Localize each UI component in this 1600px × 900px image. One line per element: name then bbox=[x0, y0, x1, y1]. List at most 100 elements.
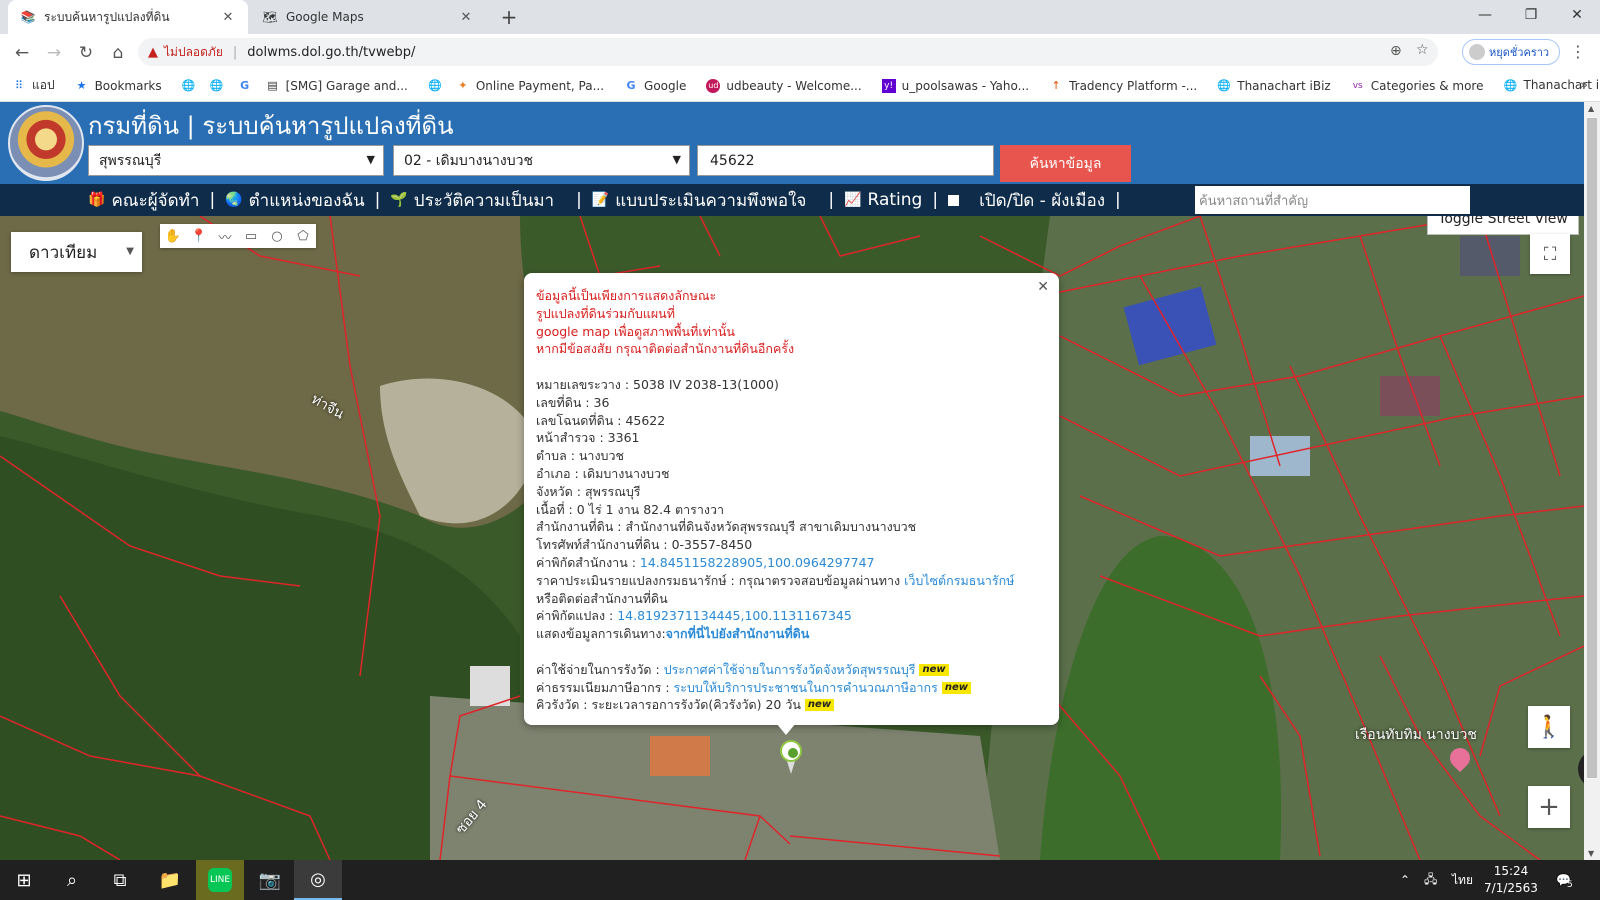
tax-calc-link[interactable]: ระบบให้บริการประชาชนในการคำนวณภาษีอากร bbox=[674, 680, 938, 695]
notification-center-icon[interactable]: 💬 5 bbox=[1556, 860, 1573, 900]
new-tab-button[interactable]: + bbox=[497, 5, 521, 29]
close-window-icon[interactable]: ✕ bbox=[1554, 0, 1600, 30]
menu-divider: | bbox=[374, 190, 381, 210]
bookmark-google-1[interactable]: G bbox=[238, 79, 252, 93]
province-row: จังหวัด : สุพรรณบุรี bbox=[536, 483, 641, 499]
fullscreen-icon[interactable]: ⛶ bbox=[1530, 234, 1570, 274]
search-icon[interactable]: ⌕ bbox=[48, 860, 96, 900]
chevron-down-icon: ▼ bbox=[366, 153, 375, 166]
bookmark-yahoo[interactable]: y! u_poolsawas - Yaho... bbox=[881, 78, 1029, 93]
yahoo-icon: y! bbox=[881, 78, 896, 93]
appraisal-row-2: หรือติดต่อสำนักงานที่ดิน bbox=[536, 590, 668, 606]
security-label: ไม่ปลอดภัย bbox=[164, 44, 223, 59]
tab-close-icon[interactable]: ✕ bbox=[458, 9, 474, 25]
tab-close-icon[interactable]: ✕ bbox=[220, 9, 236, 25]
marker-icon[interactable]: 📍 bbox=[186, 224, 212, 248]
reload-icon[interactable]: ↻ bbox=[72, 39, 100, 67]
bookmark-categories[interactable]: vs Categories & more bbox=[1351, 79, 1484, 93]
tab-google-maps[interactable]: 🗺 Google Maps ✕ bbox=[250, 0, 486, 34]
scrollbar-thumb[interactable] bbox=[1587, 118, 1597, 778]
deed-number-input[interactable]: 45622 bbox=[697, 145, 994, 176]
bookmark-apps[interactable]: ⠿ แอป bbox=[12, 76, 55, 95]
map-type-select[interactable]: ดาวเทียม ▼ bbox=[11, 232, 142, 272]
tax-fee-row: ค่าธรรมเนียมภาษีอากร : ระบบให้บริการประช… bbox=[536, 679, 1047, 697]
polyline-icon[interactable]: 〰 bbox=[212, 224, 238, 248]
bookmark-star-icon[interactable]: ☆ bbox=[1416, 42, 1429, 58]
bookmark-smg[interactable]: ▤ [SMG] Garage and... bbox=[266, 79, 407, 93]
input-language[interactable]: ไทย bbox=[1452, 860, 1473, 900]
chrome-icon[interactable]: ◎ bbox=[294, 860, 342, 900]
task-view-icon[interactable]: ⧉ bbox=[96, 860, 144, 900]
windows-start-icon[interactable]: ⊞ bbox=[0, 860, 48, 900]
browser-menu-icon[interactable]: ⋮ bbox=[1570, 42, 1586, 61]
url-text: dolwms.dol.go.th/tvwebp/ bbox=[247, 44, 416, 60]
menu-divider: | bbox=[932, 190, 939, 210]
home-icon[interactable]: ⌂ bbox=[104, 39, 132, 67]
bookmarks-more-icon[interactable]: » bbox=[1580, 78, 1588, 93]
zoom-in-button[interactable]: + bbox=[1528, 786, 1570, 828]
pegman-icon[interactable]: 🚶 bbox=[1528, 706, 1570, 748]
land-number-row: เลขที่ดิน : 36 bbox=[536, 394, 610, 410]
address-bar[interactable]: ▲ ไม่ปลอดภัย | dolwms.dol.go.th/tvwebp/ … bbox=[138, 38, 1438, 66]
browser-toolbar: ← → ↻ ⌂ ▲ ไม่ปลอดภัย | dolwms.dol.go.th/… bbox=[0, 34, 1600, 70]
menu-item-survey[interactable]: 📝 แบบประเมินความพึงพอใจ bbox=[592, 187, 807, 214]
polygon-icon[interactable]: ⬠ bbox=[290, 224, 316, 248]
hand-icon[interactable]: ✋ bbox=[160, 224, 186, 248]
survey-fee-link[interactable]: ประกาศค่าใช้จ่ายในการรังวัดจังหวัดสุพรรณ… bbox=[664, 662, 916, 677]
scroll-down-icon[interactable]: ▼ bbox=[1588, 849, 1594, 858]
route-row: แสดงข้อมูลการเดินทาง:จากที่นี่ไปยังสำนัก… bbox=[536, 626, 810, 642]
menu-item-city-plan-toggle[interactable]: เปิด/ปิด - ผังเมือง bbox=[948, 187, 1105, 214]
close-icon[interactable]: ✕ bbox=[1037, 279, 1049, 297]
bookmark-folder[interactable]: ★ Bookmarks bbox=[75, 79, 162, 93]
disclaimer-line: หากมีข้อสงสัย กรุณาติดต่อสำนักงานที่ดินอ… bbox=[536, 341, 795, 357]
line-app-icon[interactable]: LINE bbox=[196, 860, 244, 900]
search-button[interactable]: ค้นหาข้อมูล bbox=[1000, 145, 1131, 182]
survey-queue-row: คิวรังวัด : ระยะเวลารอการรังวัด(คิวรังวั… bbox=[536, 696, 1047, 714]
scroll-up-icon[interactable]: ▲ bbox=[1588, 104, 1594, 113]
bookmark-google-2[interactable]: G Google bbox=[624, 79, 687, 93]
profile-button[interactable]: หยุดชั่วคราว bbox=[1462, 39, 1560, 65]
bookmark-globe-3[interactable]: 🌐 bbox=[428, 79, 442, 93]
camera-app-icon[interactable]: 📷 bbox=[246, 860, 294, 900]
zoom-icon[interactable]: ⊕ bbox=[1390, 43, 1402, 59]
back-icon[interactable]: ← bbox=[8, 39, 36, 67]
district-select[interactable]: 02 - เดิมบางนางบวช ▼ bbox=[393, 145, 690, 176]
bookmark-tradency[interactable]: ↑ Tradency Platform -... bbox=[1049, 79, 1197, 93]
office-coord-link[interactable]: 14.8451158228905,100.0964297747 bbox=[640, 555, 875, 570]
tray-chevron-icon[interactable]: ⌃ bbox=[1400, 860, 1410, 900]
route-link[interactable]: จากที่นี่ไปยังสำนักงานที่ดิน bbox=[666, 626, 810, 641]
menu-item-history[interactable]: 🌱 ประวัติความเป็นมา bbox=[390, 187, 554, 214]
menu-item-rating[interactable]: 📈 Rating bbox=[844, 190, 922, 210]
province-select[interactable]: สุพรรณบุรี ▼ bbox=[88, 145, 384, 176]
parcel-marker-icon[interactable] bbox=[780, 740, 802, 776]
globe-icon: 🌐 bbox=[1503, 79, 1518, 92]
toggle-street-view-button[interactable]: Toggle Street View bbox=[1427, 216, 1579, 235]
restore-icon[interactable]: ❐ bbox=[1508, 0, 1554, 30]
system-clock[interactable]: 15:24 7/1/2563 bbox=[1478, 863, 1544, 897]
bookmark-udbeauty[interactable]: ud udbeauty - Welcome... bbox=[706, 78, 862, 93]
menu-divider: | bbox=[209, 190, 216, 210]
bookmark-globe-2[interactable]: 🌐 bbox=[210, 79, 224, 93]
checkbox-icon bbox=[948, 194, 960, 206]
warning-icon: ▲ bbox=[148, 44, 158, 60]
menu-item-team[interactable]: 🎁 คณะผู้จัดทำ bbox=[88, 187, 199, 214]
land-office-row: สำนักงานที่ดิน : สำนักงานที่ดินจังหวัดสุ… bbox=[536, 519, 917, 535]
globe-icon: 🌐 bbox=[181, 79, 196, 92]
file-explorer-icon[interactable]: 📁 bbox=[146, 860, 194, 900]
menu-item-my-location[interactable]: 🌏 ตำแหน่งของฉัน bbox=[225, 187, 364, 214]
treasury-website-link[interactable]: เว็บไซต์กรมธนารักษ์ bbox=[904, 573, 1014, 588]
circle-icon[interactable]: ○ bbox=[264, 224, 290, 248]
bookmark-thanachart-1[interactable]: 🌐 Thanachart iBiz bbox=[1217, 79, 1330, 93]
web-page: กรมที่ดิน | ระบบค้นหารูปแปลงที่ดิน สุพรร… bbox=[0, 102, 1584, 860]
page-scrollbar[interactable]: ▲ ▼ bbox=[1584, 102, 1600, 860]
plot-coord-link[interactable]: 14.8192371134445,100.1131167345 bbox=[617, 608, 852, 623]
bookmark-globe-1[interactable]: 🌐 bbox=[182, 79, 196, 93]
bookmark-payment[interactable]: ✦ Online Payment, Pa... bbox=[456, 79, 604, 93]
forward-icon[interactable]: → bbox=[40, 39, 68, 67]
rectangle-icon[interactable]: ▭ bbox=[238, 224, 264, 248]
place-search-input[interactable]: ค้นหาสถานที่สำคัญ bbox=[1195, 186, 1470, 214]
minimize-icon[interactable]: — bbox=[1462, 0, 1508, 30]
tab-land-search[interactable]: 📚 ระบบค้นหารูปแปลงที่ดิน ✕ bbox=[8, 0, 248, 34]
network-icon[interactable]: 🖧 bbox=[1424, 860, 1437, 900]
sheet-number-row: หมายเลขระวาง : 5038 IV 2038-13(1000) bbox=[536, 376, 779, 392]
